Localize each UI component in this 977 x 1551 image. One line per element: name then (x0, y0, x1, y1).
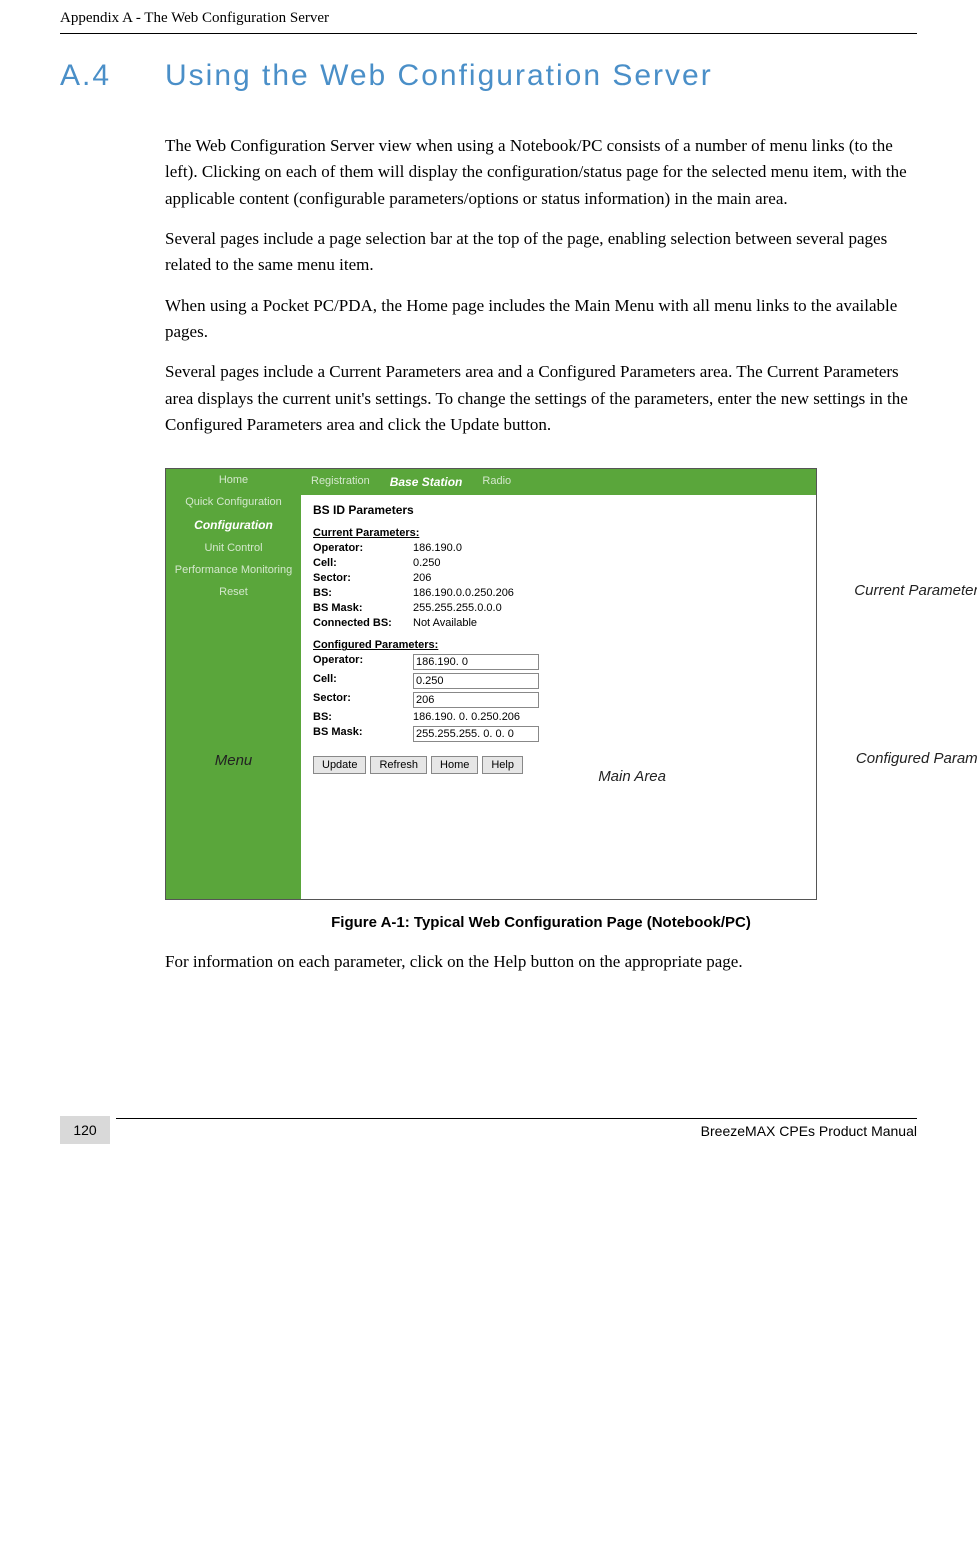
sidebar-item-home[interactable]: Home (166, 469, 301, 491)
section-number: A.4 (60, 59, 165, 93)
menu-annotation: Menu (166, 752, 301, 769)
page-number: 120 (60, 1116, 110, 1144)
figure-a1: Home Quick Configuration Configuration U… (165, 468, 817, 900)
update-button[interactable]: Update (313, 756, 366, 774)
footer-divider: BreezeMAX CPEs Product Manual (116, 1118, 917, 1119)
configured-sector-label: Sector: (313, 692, 413, 708)
configured-bsmask-label: BS Mask: (313, 726, 413, 742)
paragraph-5: For information on each parameter, click… (165, 949, 917, 975)
current-sector-value: 206 (413, 572, 804, 584)
home-button[interactable]: Home (431, 756, 478, 774)
current-bs-label: BS: (313, 587, 413, 599)
section-title: Using the Web Configuration Server (165, 59, 713, 92)
current-sector-row: Sector: 206 (313, 572, 804, 584)
current-parameters-heading: Current Parameters: (313, 527, 804, 539)
current-sector-label: Sector: (313, 572, 413, 584)
configured-cell-row: Cell: (313, 673, 804, 689)
sidebar-item-performance-monitoring[interactable]: Performance Monitoring (166, 559, 301, 581)
appendix-header: Appendix A - The Web Configuration Serve… (60, 10, 917, 27)
configured-bs-row: BS: 186.190. 0. 0.250.206 (313, 711, 804, 723)
current-bsmask-value: 255.255.255.0.0.0 (413, 602, 804, 614)
configured-bs-value: 186.190. 0. 0.250.206 (413, 711, 804, 723)
paragraph-1: The Web Configuration Server view when u… (165, 133, 917, 212)
content-panel: BS ID Parameters Current Parameters: Ope… (301, 495, 816, 784)
current-connected-row: Connected BS: Not Available (313, 617, 804, 629)
sidebar-item-reset[interactable]: Reset (166, 581, 301, 603)
current-cell-value: 0.250 (413, 557, 804, 569)
current-operator-row: Operator: 186.190.0 (313, 542, 804, 554)
tab-bar: Registration Base Station Radio (301, 469, 816, 495)
configured-operator-row: Operator: (313, 654, 804, 670)
main-area: Registration Base Station Radio BS ID Pa… (301, 469, 816, 899)
manual-title: BreezeMAX CPEs Product Manual (701, 1123, 917, 1139)
configured-operator-input[interactable] (413, 654, 539, 670)
current-bsmask-label: BS Mask: (313, 602, 413, 614)
current-operator-label: Operator: (313, 542, 413, 554)
current-cell-label: Cell: (313, 557, 413, 569)
page-footer: 120 BreezeMAX CPEs Product Manual (60, 1116, 917, 1144)
paragraph-4: Several pages include a Current Paramete… (165, 359, 917, 438)
figure-caption: Figure A-1: Typical Web Configuration Pa… (165, 914, 917, 931)
annotation-main-area: Main Area (598, 768, 666, 785)
sidebar-item-quick-configuration[interactable]: Quick Configuration (166, 491, 301, 513)
current-connected-label: Connected BS: (313, 617, 413, 629)
annotation-current-parameters: Current Parameters (854, 582, 977, 599)
current-bs-row: BS: 186.190.0.0.250.206 (313, 587, 804, 599)
refresh-button[interactable]: Refresh (370, 756, 427, 774)
tab-base-station[interactable]: Base Station (390, 475, 463, 489)
configured-operator-label: Operator: (313, 654, 413, 670)
top-divider (60, 33, 917, 34)
configured-cell-input[interactable] (413, 673, 539, 689)
sidebar-item-unit-control[interactable]: Unit Control (166, 537, 301, 559)
configured-sector-row: Sector: (313, 692, 804, 708)
configured-sector-input[interactable] (413, 692, 539, 708)
panel-title: BS ID Parameters (313, 503, 804, 517)
current-cell-row: Cell: 0.250 (313, 557, 804, 569)
button-row: Update Refresh Home Help (313, 756, 804, 774)
configured-bsmask-input[interactable] (413, 726, 539, 742)
section-heading: A.4Using the Web Configuration Server (60, 59, 917, 93)
configured-bsmask-row: BS Mask: (313, 726, 804, 742)
tab-radio[interactable]: Radio (482, 475, 511, 489)
configured-bs-label: BS: (313, 711, 413, 723)
tab-registration[interactable]: Registration (311, 475, 370, 489)
current-bs-value: 186.190.0.0.250.206 (413, 587, 804, 599)
annotation-configured-parameters: Configured Parameters (856, 750, 977, 767)
current-connected-value: Not Available (413, 617, 804, 629)
configured-parameters-heading: Configured Parameters: (313, 639, 804, 651)
paragraph-3: When using a Pocket PC/PDA, the Home pag… (165, 293, 917, 346)
sidebar-menu: Home Quick Configuration Configuration U… (166, 469, 301, 899)
paragraph-2: Several pages include a page selection b… (165, 226, 917, 279)
current-bsmask-row: BS Mask: 255.255.255.0.0.0 (313, 602, 804, 614)
current-operator-value: 186.190.0 (413, 542, 804, 554)
configured-cell-label: Cell: (313, 673, 413, 689)
sidebar-item-configuration[interactable]: Configuration (166, 513, 301, 537)
help-button[interactable]: Help (482, 756, 523, 774)
